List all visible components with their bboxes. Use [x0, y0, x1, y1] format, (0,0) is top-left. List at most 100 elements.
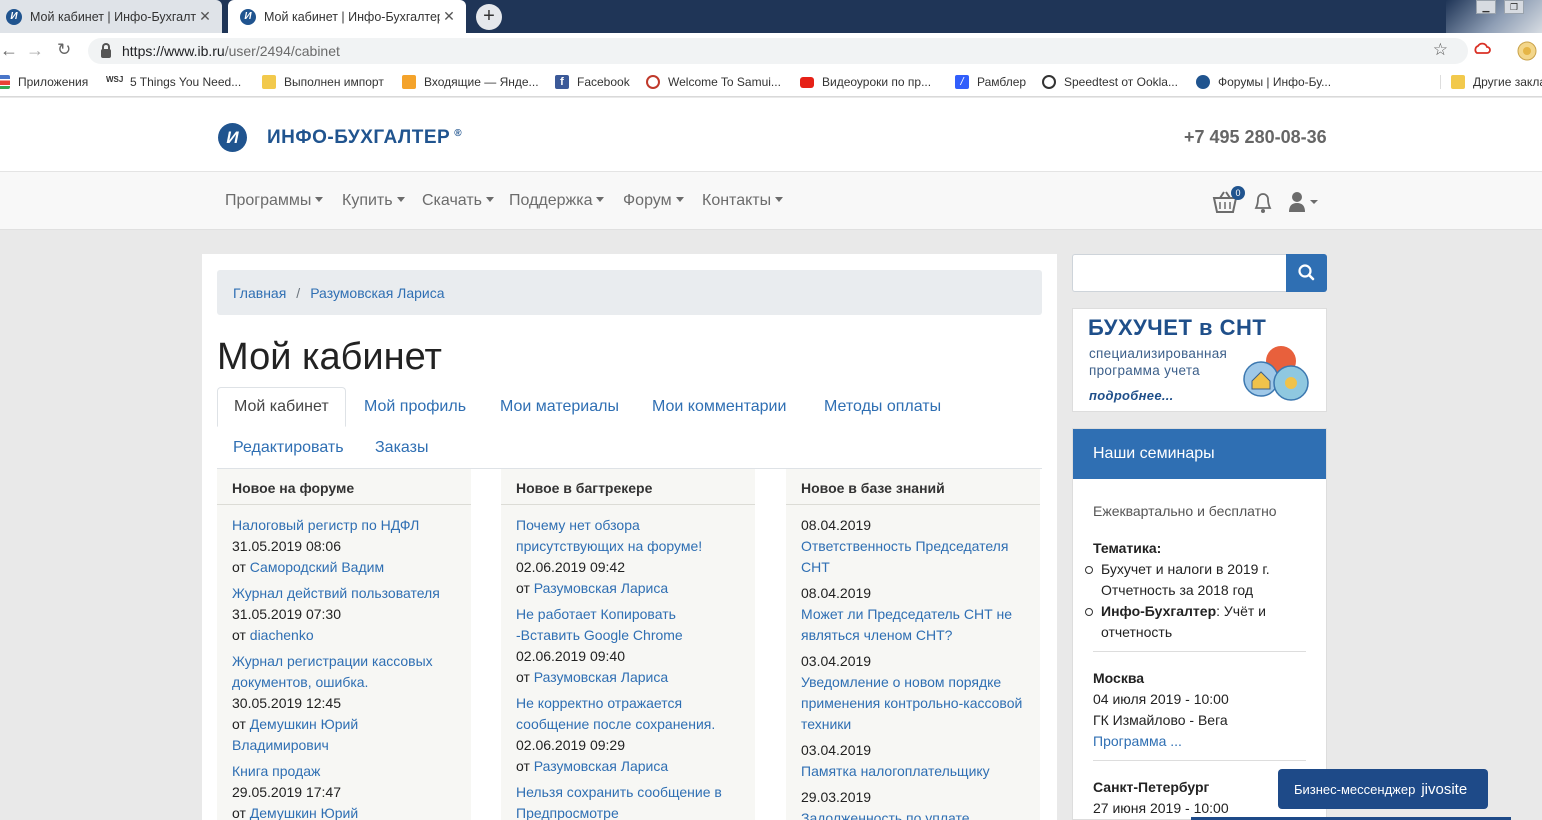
article-link[interactable]: Памятка налогоплательщику — [801, 763, 990, 779]
browser-toolbar: ← → ↻ https://www.ib.ru/user/2494/cabine… — [0, 33, 1542, 69]
speedtest-icon — [1042, 75, 1056, 89]
reload-icon[interactable]: ↻ — [57, 40, 71, 60]
chat-brand-logo: jivosite — [1421, 780, 1468, 798]
bookmark-item[interactable]: f Facebook — [555, 75, 630, 89]
user-menu-icon[interactable] — [1288, 190, 1322, 214]
cloud-extension-icon[interactable] — [1473, 40, 1491, 58]
bookmark-item[interactable]: Выполнен импорт — [262, 75, 384, 89]
jivosite-chat-button[interactable]: Бизнес-мессенджер jivosite — [1278, 769, 1488, 809]
tab-my-comments[interactable]: Мои комментарии — [636, 388, 802, 426]
banner-more-link[interactable]: подробнее... — [1089, 388, 1174, 403]
author-link[interactable]: Демушкин Юрий Владимирович — [232, 716, 358, 753]
seminar-city: Санкт-Петербург — [1093, 779, 1210, 795]
bug-link[interactable]: Не работает Копировать -Вставить Google … — [516, 606, 683, 643]
lock-icon — [101, 42, 111, 58]
back-icon[interactable]: ← — [0, 40, 18, 61]
seminar-date: 04 июля 2019 - 10:00 — [1093, 691, 1229, 707]
nav-buy[interactable]: Купить — [342, 192, 405, 210]
snt-banner[interactable]: БУХУЧЕТ в СНТ специализированная программ… — [1072, 308, 1327, 412]
bookmark-item[interactable]: / Рамблер — [955, 75, 1026, 89]
seminar-date: 27 июня 2019 - 10:00 — [1093, 800, 1229, 816]
forum-topic-link[interactable]: Налоговый регистр по НДФЛ — [232, 517, 419, 533]
cart-count-badge: 0 — [1231, 186, 1245, 200]
browser-tab-active[interactable]: И Мой кабинет | Инфо-Бухгалтер ✕ — [228, 0, 466, 33]
new-tab-button[interactable]: + — [476, 4, 502, 30]
nav-forum[interactable]: Форум — [623, 192, 684, 210]
search-input[interactable] — [1072, 254, 1286, 292]
chat-label: Бизнес-мессенджер — [1294, 781, 1416, 797]
nav-contacts[interactable]: Контакты — [702, 192, 784, 210]
bookmark-item[interactable]: Входящие — Яндe... — [402, 75, 539, 89]
minimize-button[interactable]: ▁ — [1476, 0, 1496, 14]
article-link[interactable]: Задолженность по уплате — [801, 810, 970, 820]
nav-support[interactable]: Поддержка — [509, 192, 605, 210]
bug-link[interactable]: Почему нет обзора присутствующих на фору… — [516, 517, 702, 554]
forum-topic-link[interactable]: Журнал действий пользователя — [232, 585, 440, 601]
tab-edit[interactable]: Редактировать — [217, 429, 360, 467]
browser-tab-bar: И Мой кабинет | Инфо-Бухгалтер ✕ И Мой к… — [0, 0, 1542, 33]
maximize-button[interactable]: ❐ — [1504, 0, 1524, 14]
banner-subtitle: специализированная программа учета — [1089, 346, 1228, 378]
entry-date: 02.06.2019 09:29 — [516, 737, 625, 753]
seminar-program-link[interactable]: Программа ... — [1093, 733, 1182, 749]
nav-download[interactable]: Скачать — [422, 192, 494, 210]
tab-my-materials[interactable]: Мои материалы — [484, 388, 635, 426]
site-logo-icon[interactable]: И — [218, 123, 247, 152]
topic-item: Бухучет и налоги в 2019 г. Отчетность за… — [1085, 559, 1306, 601]
content-card: Главная / Разумовская Лариса Мой кабинет М… — [202, 254, 1057, 820]
list-item: Налоговый регистр по НДФЛ 31.05.2019 08:… — [232, 517, 420, 575]
bookmark-item[interactable]: Видеоуроки по пр... — [800, 75, 931, 89]
tab-my-profile[interactable]: Мой профиль — [348, 388, 482, 426]
divider — [1093, 651, 1306, 652]
address-bar[interactable]: https://www.ib.ru/user/2494/cabinet ☆ — [88, 38, 1468, 64]
site-logo-text[interactable]: ИНФО-БУХГАЛТЕР ® — [267, 127, 462, 149]
tab-my-cabinet[interactable]: Мой кабинет — [217, 387, 346, 427]
bookmark-item[interactable]: Welcome To Samui... — [646, 75, 781, 89]
forum-topic-link[interactable]: Журнал регистрации кассовых документов, … — [232, 653, 433, 690]
close-icon[interactable]: ✕ — [196, 8, 214, 25]
bookmark-item[interactable]: Speedtest от Ookla... — [1042, 75, 1178, 89]
article-link[interactable]: Ответственность Председателя СНТ — [801, 538, 1008, 575]
search-button[interactable] — [1286, 254, 1327, 292]
bookmark-item[interactable]: WSJ 5 Things You Need... — [106, 75, 241, 89]
bookmark-item-other[interactable]: Другие закла — [1440, 75, 1542, 89]
article-link[interactable]: Уведомление о новом порядке применения к… — [801, 674, 1022, 732]
author-link[interactable]: Демушкин Юрий — [250, 805, 358, 820]
column-title: Новое на форуме — [217, 469, 471, 505]
folder-icon — [1451, 75, 1465, 89]
tab-title: Мой кабинет | Инфо-Бухгалтер — [264, 9, 440, 24]
tab-title: Мой кабинет | Инфо-Бухгалтер — [30, 9, 196, 24]
forum-topic-link[interactable]: Книга продаж — [232, 763, 320, 779]
author-link[interactable]: Разумовская Лариса — [534, 580, 668, 596]
entry-date: 08.04.2019 — [801, 585, 872, 601]
author-link[interactable]: Разумовская Лариса — [534, 758, 668, 774]
close-icon[interactable]: ✕ — [440, 8, 458, 25]
seminars-title: Наши семинары — [1073, 429, 1326, 479]
extension-icon[interactable] — [1516, 40, 1538, 62]
bookmark-star-icon[interactable]: ☆ — [1433, 40, 1448, 60]
bookmark-item[interactable]: Приложения — [0, 75, 88, 89]
rambler-icon: / — [955, 75, 969, 89]
breadcrumb-current[interactable]: Разумовская Лариса — [310, 285, 444, 301]
breadcrumb-separator: / — [296, 285, 301, 301]
browser-tab[interactable]: И Мой кабинет | Инфо-Бухгалтер ✕ — [0, 0, 222, 33]
tab-payment-methods[interactable]: Методы оплаты — [808, 388, 957, 426]
bug-link[interactable]: Нельзя сохранить сообщение в Предпросмот… — [516, 784, 722, 820]
caret-down-icon — [486, 197, 494, 202]
topic-item: Инфо-Бухгалтер: Учёт и отчетность — [1085, 601, 1306, 643]
breadcrumb-home[interactable]: Главная — [233, 285, 286, 301]
facebook-icon: f — [555, 75, 569, 89]
nav-programs[interactable]: Программы — [225, 192, 324, 210]
bell-icon[interactable] — [1253, 190, 1273, 214]
ib-favicon-icon — [1196, 75, 1210, 89]
entry-date: 31.05.2019 07:30 — [232, 606, 341, 622]
forward-icon[interactable]: → — [26, 40, 44, 61]
list-item: Журнал действий пользователя 31.05.2019 … — [232, 585, 440, 643]
author-link[interactable]: Разумовская Лариса — [534, 669, 668, 685]
author-link[interactable]: diachenko — [250, 627, 314, 643]
tab-orders[interactable]: Заказы — [359, 429, 444, 467]
author-link[interactable]: Самородский Вадим — [250, 559, 384, 575]
bookmark-item[interactable]: Форумы | Инфо-Бу... — [1196, 75, 1331, 89]
article-link[interactable]: Может ли Председатель СНТ не являться чл… — [801, 606, 1012, 643]
bug-link[interactable]: Не корректно отражается сообщение после … — [516, 695, 715, 732]
